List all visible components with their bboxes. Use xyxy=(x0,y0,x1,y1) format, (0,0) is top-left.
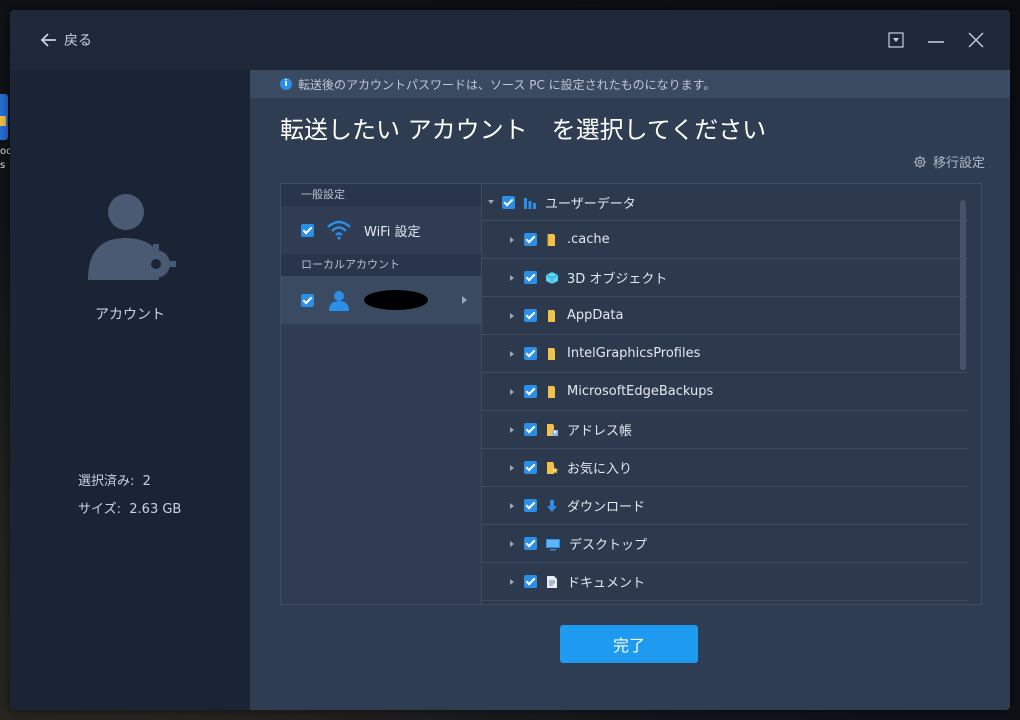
total-size: サイズ: 2.63 GB xyxy=(78,498,181,517)
item-checkbox[interactable] xyxy=(524,537,537,550)
total-size-value: 2.63 GB xyxy=(129,502,182,517)
account-checkbox[interactable] xyxy=(301,293,314,307)
tree-item[interactable]: ダウンロード xyxy=(482,487,968,525)
tree-item[interactable]: 3D オブジェクト xyxy=(482,259,968,297)
title-bar: 戻る xyxy=(10,10,1010,70)
item-checkbox[interactable] xyxy=(524,575,537,588)
expand-caret-icon[interactable] xyxy=(488,200,494,204)
expand-caret-icon[interactable] xyxy=(510,426,514,433)
tree-root-label: ユーザーデータ xyxy=(545,196,636,212)
wifi-checkbox[interactable] xyxy=(301,223,314,237)
total-size-label: サイズ: xyxy=(78,502,121,517)
tree-item-label: 3D オブジェクト xyxy=(567,272,668,287)
tree-item-label: お気に入り xyxy=(567,462,633,477)
desktop-shortcut-label-2: s xyxy=(0,160,6,171)
tree-item-label: AppData xyxy=(567,308,624,323)
back-button[interactable]: 戻る xyxy=(40,30,92,50)
item-checkbox[interactable] xyxy=(524,423,537,436)
tree-item-label: アドレス帳 xyxy=(567,424,633,439)
download-arrow-icon xyxy=(547,499,557,512)
item-checkbox[interactable] xyxy=(524,233,537,246)
tree-item[interactable]: アドレス帳 xyxy=(482,411,968,449)
gear-icon xyxy=(913,155,927,168)
minimize-icon[interactable] xyxy=(926,30,946,50)
tree-item[interactable]: お気に入り xyxy=(482,449,968,487)
back-label: 戻る xyxy=(64,33,92,49)
tree-scrollbar[interactable] xyxy=(960,200,966,370)
tree-item[interactable]: MicrosoftEdgeBackups xyxy=(482,373,968,411)
expand-caret-icon[interactable] xyxy=(510,312,514,319)
info-banner: i 転送後のアカウントパスワードは、ソース PC に設定されたものになります。 xyxy=(250,70,1010,98)
info-text: 転送後のアカウントパスワードは、ソース PC に設定されたものになります。 xyxy=(298,77,716,92)
item-checkbox[interactable] xyxy=(524,271,537,284)
local-account-item[interactable] xyxy=(281,276,481,324)
category-pane: 一般設定 WiFi 設定 ローカルアカウント xyxy=(281,184,482,604)
expand-caret-icon[interactable] xyxy=(510,388,514,395)
tree-item[interactable]: ドキュメント xyxy=(482,563,968,601)
folder-icon xyxy=(548,347,555,360)
tree-item[interactable]: デスクトップ xyxy=(482,525,968,563)
app-window: 戻る アカウント 選択済み: 2 サイズ: 2.63 GB i 転送後のアカウン… xyxy=(10,10,1010,710)
folder-icon xyxy=(548,309,555,322)
item-checkbox[interactable] xyxy=(524,347,537,360)
selected-count-label: 選択済み: xyxy=(78,474,135,489)
item-checkbox[interactable] xyxy=(524,385,537,398)
close-icon[interactable] xyxy=(966,30,986,50)
sidebar: アカウント 選択済み: 2 サイズ: 2.63 GB xyxy=(10,70,250,710)
user-data-tree: ユーザーデータ .cache 3D オブジェクト AppData IntelGr… xyxy=(482,184,968,604)
tree-item-label: ドキュメント xyxy=(567,576,646,591)
item-checkbox[interactable] xyxy=(524,309,537,322)
expand-caret-icon[interactable] xyxy=(510,464,514,471)
expand-caret-icon[interactable] xyxy=(510,350,514,357)
tree-item-label: .cache xyxy=(567,232,610,247)
root-checkbox[interactable] xyxy=(502,195,515,209)
migration-settings-label: 移行設定 xyxy=(932,156,985,171)
done-button[interactable]: 完了 xyxy=(560,625,698,663)
desktop-shortcut-icon[interactable] xyxy=(0,94,8,140)
folder-icon xyxy=(548,385,555,398)
tree-item-label: MicrosoftEdgeBackups xyxy=(567,384,714,399)
expand-caret-icon[interactable] xyxy=(510,502,514,509)
3d-cube-icon xyxy=(545,271,559,284)
main-content: i 転送後のアカウントパスワードは、ソース PC に設定されたものになります。 … xyxy=(250,70,1010,710)
redacted-account-name xyxy=(364,290,428,310)
tree-item-label: ダウンロード xyxy=(567,500,646,515)
contacts-folder-icon xyxy=(547,423,558,436)
wifi-settings-item[interactable]: WiFi 設定 xyxy=(281,206,481,254)
tree-root-user-data[interactable]: ユーザーデータ xyxy=(482,184,968,221)
page-title: 転送したい アカウント を選択してください xyxy=(280,116,767,144)
expand-caret-icon[interactable] xyxy=(510,578,514,585)
tree-item-label: デスクトップ xyxy=(569,538,648,553)
wifi-settings-label: WiFi 設定 xyxy=(364,224,421,240)
favorites-folder-icon xyxy=(547,461,559,474)
info-icon: i xyxy=(280,78,292,90)
arrow-left-icon xyxy=(40,33,56,47)
selection-panel: 一般設定 WiFi 設定 ローカルアカウント ユーザーデータ .cache 3D… xyxy=(280,183,982,605)
chevron-right-icon xyxy=(462,296,467,304)
user-icon xyxy=(329,291,349,311)
document-icon xyxy=(547,575,557,588)
bar-chart-icon xyxy=(524,198,536,209)
tree-item-label: IntelGraphicsProfiles xyxy=(567,346,701,361)
dropdown-menu-icon[interactable] xyxy=(886,30,906,50)
local-accounts-header: ローカルアカウント xyxy=(281,254,481,276)
selected-count-value: 2 xyxy=(142,474,151,489)
user-settings-icon xyxy=(88,194,176,280)
expand-caret-icon[interactable] xyxy=(510,540,514,547)
tree-item[interactable]: AppData xyxy=(482,297,968,335)
item-checkbox[interactable] xyxy=(524,461,537,474)
folder-icon xyxy=(547,233,555,246)
wifi-icon xyxy=(327,220,351,240)
desktop-icon xyxy=(546,538,560,550)
expand-caret-icon[interactable] xyxy=(510,274,514,281)
item-checkbox[interactable] xyxy=(524,499,537,512)
tree-item[interactable]: .cache xyxy=(482,221,968,259)
sidebar-title: アカウント xyxy=(95,307,165,323)
selected-count: 選択済み: 2 xyxy=(78,470,151,489)
tree-item[interactable]: IntelGraphicsProfiles xyxy=(482,335,968,373)
migration-settings-button[interactable]: 移行設定 xyxy=(913,152,985,171)
general-settings-header: 一般設定 xyxy=(281,184,481,206)
expand-caret-icon[interactable] xyxy=(510,236,514,243)
